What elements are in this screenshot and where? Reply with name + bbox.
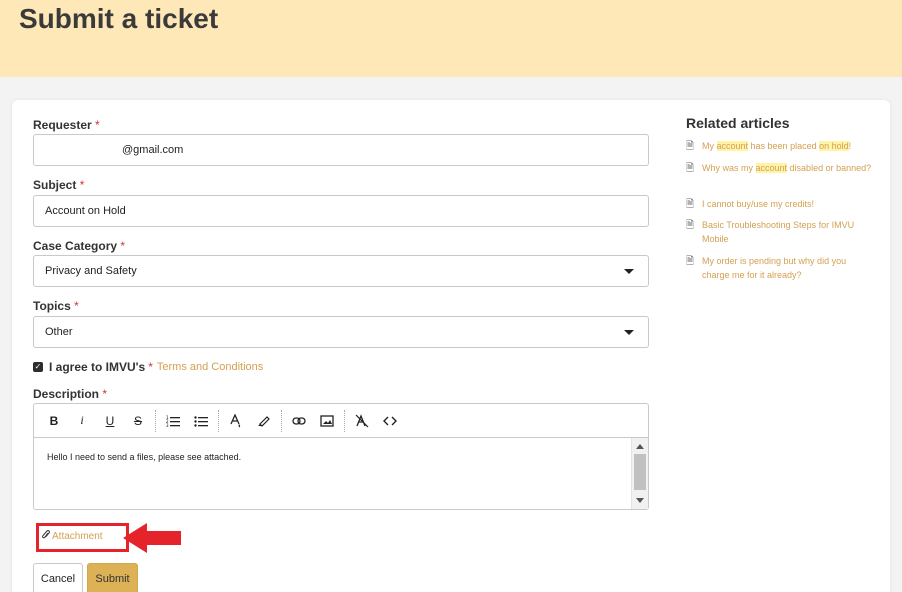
description-label: Description * [33,387,108,401]
document-icon: 🗎 [686,220,695,231]
requester-label: Requester * [33,118,100,132]
case-category-label: Case Category * [33,239,126,253]
subject-label: Subject * [33,178,85,192]
toolbar-divider [281,409,282,432]
link-icon[interactable] [285,410,313,432]
clear-format-icon[interactable] [348,410,376,432]
bold-icon[interactable]: B [40,410,68,432]
paperclip-icon [42,530,50,543]
related-article[interactable]: 🗎 I cannot buy/use my credits! [686,197,876,214]
terms-link[interactable]: Terms and Conditions [157,361,263,373]
svg-text:3: 3 [166,423,169,427]
highlighter-icon[interactable] [250,410,278,432]
caret-down-icon [624,330,634,335]
related-article[interactable]: 🗎 Why was my account disabled or banned? [686,161,876,178]
related-article-link[interactable]: My order is pending but why did you char… [702,254,876,282]
related-article[interactable]: 🗎 My account has been placed on hold! [686,139,876,156]
related-article[interactable]: 🗎 My order is pending but why did you ch… [686,254,876,282]
toolbar-divider [344,409,345,432]
requester-input[interactable]: @gmail.com [33,134,649,166]
toolbar-divider [218,409,219,432]
case-category-select[interactable]: Privacy and Safety [33,255,649,287]
scroll-down-icon[interactable] [636,498,644,503]
numbered-list-icon[interactable]: 123 [159,410,187,432]
editor-scrollbar[interactable] [631,438,648,509]
topics-select[interactable]: Other [33,316,649,348]
underline-icon[interactable]: U [96,410,124,432]
cancel-button[interactable]: Cancel [33,563,83,592]
submit-button[interactable]: Submit [87,563,138,592]
related-article-link[interactable]: My account has been placed on hold! [702,139,851,156]
agree-checkbox[interactable]: ✓ [33,362,43,372]
document-icon: 🗎 [686,199,695,210]
agree-required-mark: * [148,360,153,374]
toolbar-divider [155,409,156,432]
italic-icon[interactable]: i [68,410,96,432]
topics-value: Other [45,326,73,338]
topics-label: Topics * [33,299,79,313]
font-color-icon[interactable] [222,410,250,432]
editor-toolbar: B i U S 123 [34,404,648,438]
description-editor: B i U S 123 Hello I need to send a files… [33,403,649,510]
agree-row: ✓ I agree to IMVU's * Terms and Conditio… [33,359,263,375]
page-title: Submit a ticket [19,3,219,34]
document-icon: 🗎 [686,163,695,174]
related-article-link[interactable]: Why was my account disabled or banned? [702,161,871,178]
scrollbar-thumb[interactable] [634,454,646,490]
related-article-link[interactable]: I cannot buy/use my credits! [702,197,814,214]
red-arrow-icon [123,523,181,553]
subject-input[interactable]: Account on Hold [33,195,649,227]
scroll-up-icon[interactable] [636,444,644,449]
strikethrough-icon[interactable]: S [124,410,152,432]
related-article-link[interactable]: Basic Troubleshooting Steps for IMVU Mob… [702,218,876,246]
attachment-link[interactable]: Attachment [42,530,103,543]
related-article[interactable]: 🗎 Basic Troubleshooting Steps for IMVU M… [686,218,876,246]
document-icon: 🗎 [686,141,695,152]
caret-down-icon [624,269,634,274]
case-category-value: Privacy and Safety [45,265,137,277]
bulleted-list-icon[interactable] [187,410,215,432]
agree-text: I agree to IMVU's [49,360,146,374]
code-icon[interactable] [376,410,404,432]
related-articles-title: Related articles [686,115,790,131]
document-icon: 🗎 [686,256,695,267]
image-icon[interactable] [313,410,341,432]
attachment-label: Attachment [52,531,103,542]
description-textarea[interactable]: Hello I need to send a files, please see… [34,438,631,509]
